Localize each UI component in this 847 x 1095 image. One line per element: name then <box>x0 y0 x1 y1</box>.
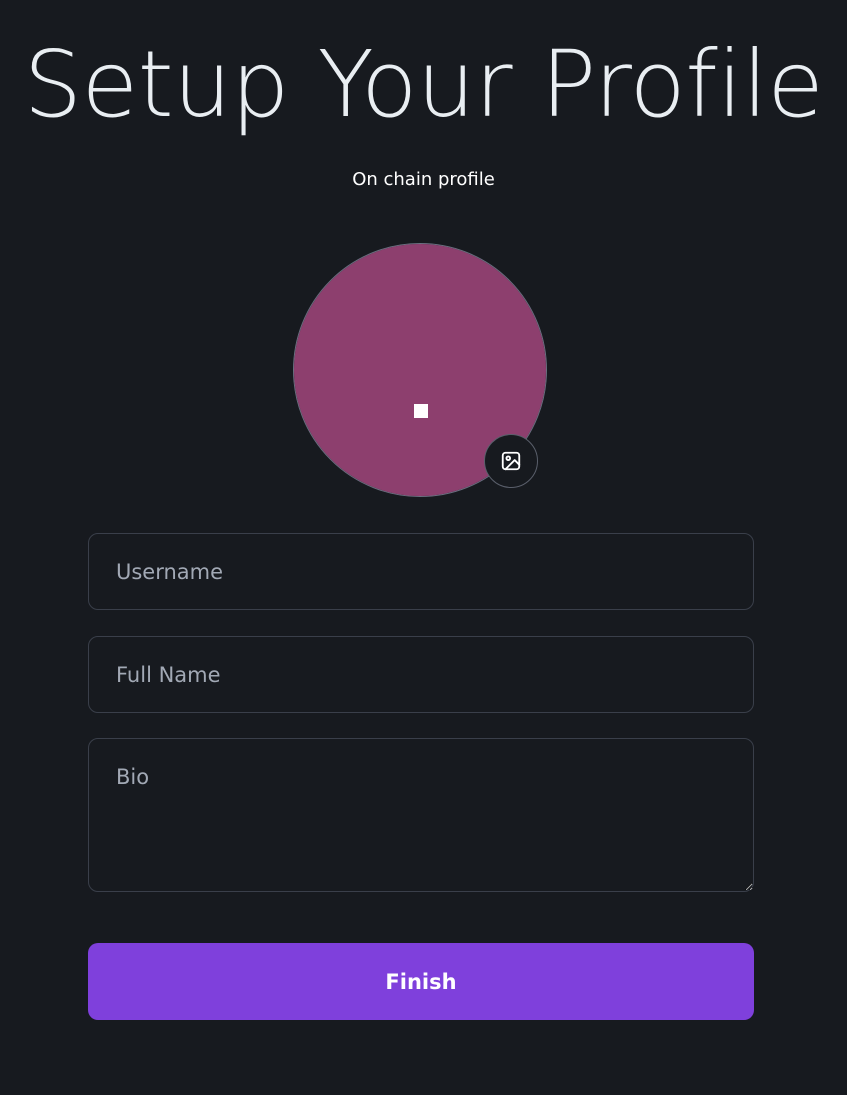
full-name-input[interactable] <box>88 636 754 713</box>
avatar <box>293 243 547 497</box>
page-subtitle: On chain profile <box>352 169 495 190</box>
finish-button[interactable]: Finish <box>88 943 754 1020</box>
upload-avatar-button[interactable] <box>484 434 538 488</box>
avatar-pattern-square <box>414 404 428 418</box>
page-title: Setup Your Profile <box>23 31 824 138</box>
bio-textarea[interactable] <box>88 738 754 892</box>
image-icon <box>501 451 521 471</box>
username-input[interactable] <box>88 533 754 610</box>
